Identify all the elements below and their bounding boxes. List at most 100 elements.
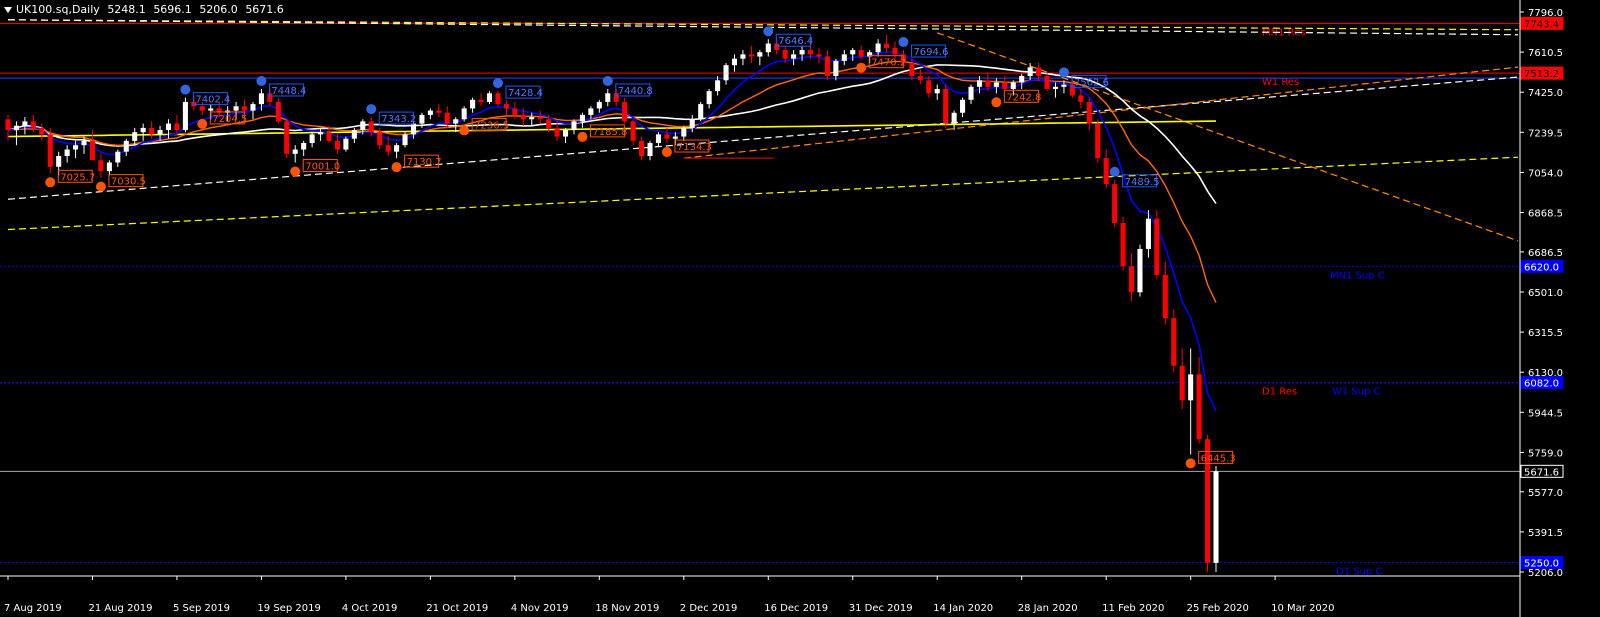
candle-body — [1154, 218, 1160, 275]
levels-layer: MN1 Res7743.4W1 Res7513.2MN1 Sup C6620.0… — [0, 16, 1564, 577]
candle-body — [816, 54, 822, 57]
swing-low-label: 6445.3 — [1201, 453, 1236, 464]
candle-body — [655, 134, 661, 144]
candle-body — [698, 104, 704, 120]
chart-header: UK100.sq,Daily 5248.1 5696.1 5206.0 5671… — [4, 3, 288, 16]
trend-line — [937, 32, 1519, 242]
candle-body — [250, 104, 256, 111]
x-tick-label: 7 Aug 2019 — [4, 603, 62, 614]
swing-high-dot — [180, 84, 191, 95]
candle-body — [73, 145, 79, 150]
candle-body — [199, 106, 205, 111]
level-price-tag-label: 7743.4 — [1524, 19, 1559, 30]
candle-body — [917, 76, 923, 81]
level-name: MN1 Sup C — [1330, 270, 1385, 281]
candle-body — [292, 149, 298, 154]
candle-body — [664, 134, 670, 139]
candle-body — [39, 127, 45, 135]
candle-body — [850, 50, 856, 55]
candle-body — [715, 80, 721, 92]
candle-body — [512, 108, 518, 115]
y-tick-label: 7610.5 — [1528, 48, 1563, 59]
y-tick-label: 7425.0 — [1528, 88, 1563, 99]
level-name: W1 Res — [1262, 77, 1299, 88]
swing-low-label: 7470.2 — [871, 58, 906, 69]
candle-body — [672, 136, 678, 139]
swing-high-label: 7440.8 — [618, 86, 653, 97]
swing-high-label: 7694.6 — [913, 47, 948, 58]
moving-averages-layer — [7, 51, 1217, 411]
candle-body — [723, 65, 729, 81]
candle-body — [1188, 374, 1194, 401]
candle-body — [943, 88, 949, 124]
candle-body — [233, 106, 239, 111]
candle-body — [1128, 266, 1135, 293]
y-tick-label: 6501.0 — [1528, 288, 1563, 299]
candle-body — [89, 140, 96, 161]
candle-body — [875, 43, 881, 53]
candle-body — [1120, 223, 1126, 267]
candle-body — [165, 123, 172, 131]
candle-body — [731, 58, 738, 66]
candle-body — [13, 125, 19, 131]
swing-high-label: 7343.2 — [381, 114, 416, 125]
level-price-tag-label: 6082.0 — [1524, 379, 1559, 390]
x-tick-label: 4 Oct 2019 — [342, 603, 397, 614]
candle-body — [301, 143, 307, 150]
candle-body — [951, 112, 957, 124]
y-tick-label: 7054.0 — [1528, 168, 1563, 179]
x-tick-label: 11 Feb 2020 — [1102, 603, 1164, 614]
y-tick-label: 6868.5 — [1528, 209, 1563, 220]
candle-body — [419, 114, 425, 124]
candle-body — [495, 93, 501, 105]
candle-body — [461, 108, 467, 120]
y-tick-label: 7796.0 — [1528, 8, 1563, 19]
candle-body — [486, 93, 493, 102]
price-chart[interactable]: MN1 Res7743.4W1 Res7513.2MN1 Sup C6620.0… — [0, 0, 1600, 617]
collapse-icon[interactable] — [4, 7, 12, 13]
swing-low-label: 7001.0 — [305, 161, 340, 172]
candle-body — [149, 127, 155, 135]
candles-layer — [5, 34, 1219, 572]
y-tick-label: 6315.5 — [1528, 328, 1563, 339]
candle-body — [22, 121, 28, 126]
trendlines-layer — [7, 19, 1519, 242]
candle-body — [934, 88, 940, 94]
candle-body — [926, 80, 932, 94]
candle-body — [807, 50, 814, 55]
candle-body — [318, 132, 324, 135]
swing-low-dot — [661, 147, 672, 158]
swing-high-dot — [898, 37, 909, 48]
candle-body — [1137, 248, 1143, 293]
swing-low-dot — [95, 181, 106, 192]
low-value: 5206.0 — [199, 3, 238, 16]
candle-body — [1112, 184, 1118, 224]
candle-body — [1086, 101, 1092, 124]
candle-body — [385, 145, 391, 152]
candle-body — [368, 121, 374, 133]
candle-body — [1103, 158, 1109, 185]
candle-body — [630, 121, 636, 141]
candle-body — [537, 117, 543, 120]
candle-body — [140, 127, 146, 133]
candle-body — [985, 80, 991, 87]
symbol-label: UK100.sq,Daily — [16, 3, 100, 16]
candle-body — [529, 117, 535, 120]
candle-body — [208, 108, 214, 111]
candle-body — [824, 56, 830, 76]
y-tick-label: 5759.0 — [1528, 448, 1563, 459]
candle-body — [1162, 274, 1168, 319]
candle-body — [284, 121, 290, 154]
candle-body — [1179, 365, 1185, 401]
candle-body — [554, 127, 560, 137]
candle-body — [174, 123, 180, 131]
candle-body — [436, 110, 442, 113]
candle-body — [757, 52, 763, 57]
candle-body — [115, 151, 121, 163]
x-tick-label: 2 Dec 2019 — [680, 603, 738, 614]
x-tick-label: 31 Dec 2019 — [849, 603, 913, 614]
y-tick-label: 6686.5 — [1528, 248, 1563, 259]
candle-body — [132, 132, 138, 141]
candle-body — [782, 50, 788, 59]
candle-body — [706, 91, 712, 105]
